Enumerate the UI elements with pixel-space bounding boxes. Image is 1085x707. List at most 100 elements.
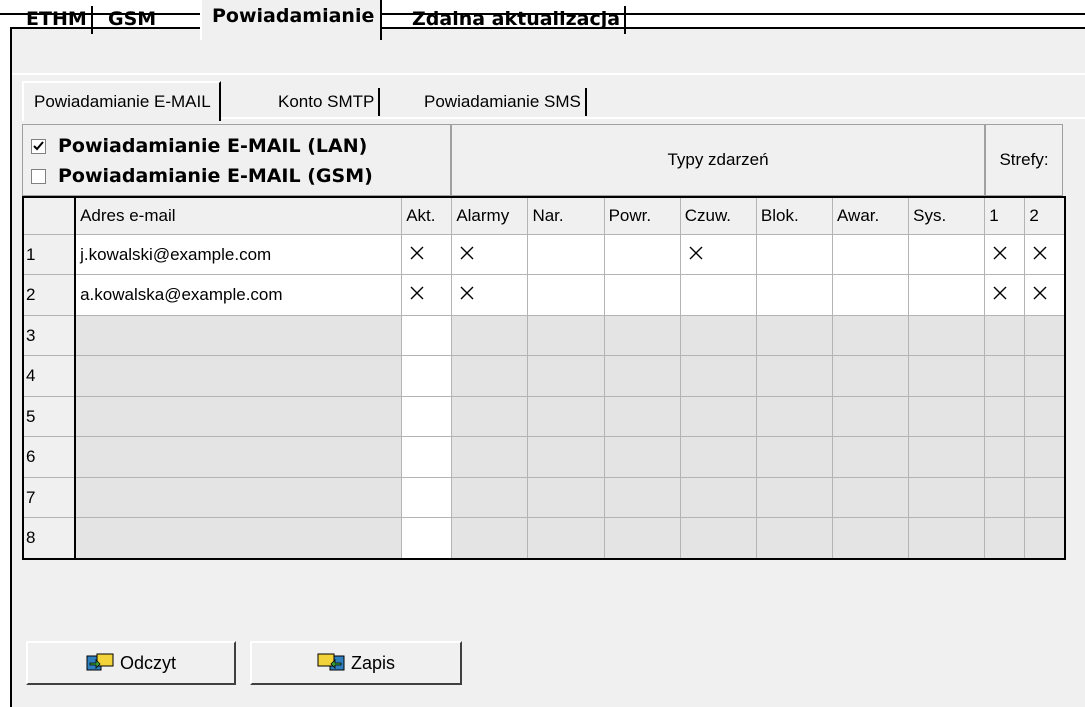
email-cell[interactable]: [74, 517, 403, 560]
cell-nar[interactable]: [527, 476, 605, 519]
col-zone-2[interactable]: 2: [1024, 196, 1066, 235]
col-alarmy[interactable]: Alarmy: [451, 196, 529, 235]
read-button[interactable]: Odczyt: [26, 641, 236, 685]
cell-awar[interactable]: [832, 395, 910, 438]
cell-sys[interactable]: [908, 355, 986, 397]
cell-akt[interactable]: [401, 314, 453, 357]
cell-sys[interactable]: [908, 476, 986, 519]
email-cell[interactable]: [74, 436, 403, 478]
cell-zone-2[interactable]: [1024, 476, 1066, 519]
cell-zone-2[interactable]: [1024, 517, 1066, 560]
cell-awar[interactable]: [832, 274, 910, 316]
cell-czuw[interactable]: [679, 233, 757, 276]
cell-akt[interactable]: [401, 395, 453, 438]
cell-powr[interactable]: [603, 436, 681, 478]
cell-czuw[interactable]: [679, 436, 757, 478]
cell-sys[interactable]: [908, 395, 986, 438]
cell-awar[interactable]: [832, 355, 910, 397]
cell-blok[interactable]: [755, 274, 834, 316]
cell-awar[interactable]: [832, 476, 910, 519]
col-awar[interactable]: Awar.: [832, 196, 910, 235]
cell-sys[interactable]: [908, 233, 986, 276]
cell-akt[interactable]: [401, 274, 453, 316]
cell-blok[interactable]: [755, 517, 834, 560]
cell-nar[interactable]: [527, 233, 605, 276]
cell-akt[interactable]: [401, 355, 453, 397]
write-button[interactable]: Zapis: [250, 641, 462, 685]
cell-nar[interactable]: [527, 395, 605, 438]
cell-akt[interactable]: [401, 436, 453, 478]
option-gsm[interactable]: Powiadamianie E-MAIL (GSM): [31, 165, 373, 187]
cell-awar[interactable]: [832, 314, 910, 357]
lan-checkbox[interactable]: [31, 138, 46, 154]
cell-zone-2[interactable]: [1024, 274, 1066, 316]
cell-akt[interactable]: [401, 233, 453, 276]
email-cell[interactable]: [74, 395, 403, 438]
cell-zone-1[interactable]: [984, 395, 1026, 438]
cell-blok[interactable]: [755, 233, 834, 276]
cell-blok[interactable]: [755, 314, 834, 357]
cell-blok[interactable]: [755, 476, 834, 519]
cell-blok[interactable]: [755, 395, 834, 438]
cell-zone-2[interactable]: [1024, 436, 1066, 478]
cell-powr[interactable]: [603, 476, 681, 519]
cell-awar[interactable]: [832, 517, 910, 560]
cell-czuw[interactable]: [679, 395, 757, 438]
cell-zone-2[interactable]: [1024, 395, 1066, 438]
cell-nar[interactable]: [527, 314, 605, 357]
cell-czuw[interactable]: [679, 274, 757, 316]
gsm-checkbox[interactable]: [31, 168, 46, 184]
col-blok[interactable]: Blok.: [755, 196, 834, 235]
cell-sys[interactable]: [908, 436, 986, 478]
tab-ethm[interactable]: ETHM: [26, 0, 93, 38]
cell-alarmy[interactable]: [451, 476, 529, 519]
cell-zone-1[interactable]: [984, 517, 1026, 560]
option-lan[interactable]: Powiadamianie E-MAIL (LAN): [31, 135, 367, 157]
email-cell[interactable]: j.kowalski@example.com: [74, 233, 403, 276]
cell-powr[interactable]: [603, 314, 681, 357]
cell-nar[interactable]: [527, 274, 605, 316]
cell-alarmy[interactable]: [451, 395, 529, 438]
cell-zone-1[interactable]: [984, 233, 1026, 276]
col-email[interactable]: Adres e-mail: [74, 196, 403, 235]
cell-czuw[interactable]: [679, 355, 757, 397]
subtab-email[interactable]: Powiadamianie E-MAIL: [22, 81, 221, 121]
cell-powr[interactable]: [603, 274, 681, 316]
tab-zdalna-aktualizacja[interactable]: Zdalna aktualizacja: [412, 0, 627, 38]
cell-nar[interactable]: [527, 517, 605, 560]
cell-awar[interactable]: [832, 233, 910, 276]
email-cell[interactable]: [74, 476, 403, 519]
tab-gsm[interactable]: GSM: [108, 0, 156, 38]
cell-powr[interactable]: [603, 355, 681, 397]
cell-zone-2[interactable]: [1024, 233, 1066, 276]
cell-nar[interactable]: [527, 355, 605, 397]
cell-akt[interactable]: [401, 476, 453, 519]
cell-alarmy[interactable]: [451, 517, 529, 560]
cell-czuw[interactable]: [679, 517, 757, 560]
cell-blok[interactable]: [755, 436, 834, 478]
cell-akt[interactable]: [401, 517, 453, 560]
cell-alarmy[interactable]: [451, 355, 529, 397]
cell-alarmy[interactable]: [451, 233, 529, 276]
col-powr[interactable]: Powr.: [603, 196, 681, 235]
cell-zone-1[interactable]: [984, 436, 1026, 478]
email-cell[interactable]: [74, 355, 403, 397]
cell-sys[interactable]: [908, 517, 986, 560]
cell-alarmy[interactable]: [451, 314, 529, 357]
col-zone-1[interactable]: 1: [984, 196, 1026, 235]
cell-alarmy[interactable]: [451, 274, 529, 316]
cell-sys[interactable]: [908, 274, 986, 316]
cell-blok[interactable]: [755, 355, 834, 397]
col-akt[interactable]: Akt.: [401, 196, 453, 235]
cell-alarmy[interactable]: [451, 436, 529, 478]
cell-czuw[interactable]: [679, 314, 757, 357]
cell-nar[interactable]: [527, 436, 605, 478]
cell-czuw[interactable]: [679, 476, 757, 519]
cell-awar[interactable]: [832, 436, 910, 478]
cell-zone-1[interactable]: [984, 274, 1026, 316]
cell-zone-2[interactable]: [1024, 355, 1066, 397]
cell-powr[interactable]: [603, 233, 681, 276]
cell-zone-1[interactable]: [984, 476, 1026, 519]
cell-zone-1[interactable]: [984, 355, 1026, 397]
col-czuw[interactable]: Czuw.: [679, 196, 757, 235]
